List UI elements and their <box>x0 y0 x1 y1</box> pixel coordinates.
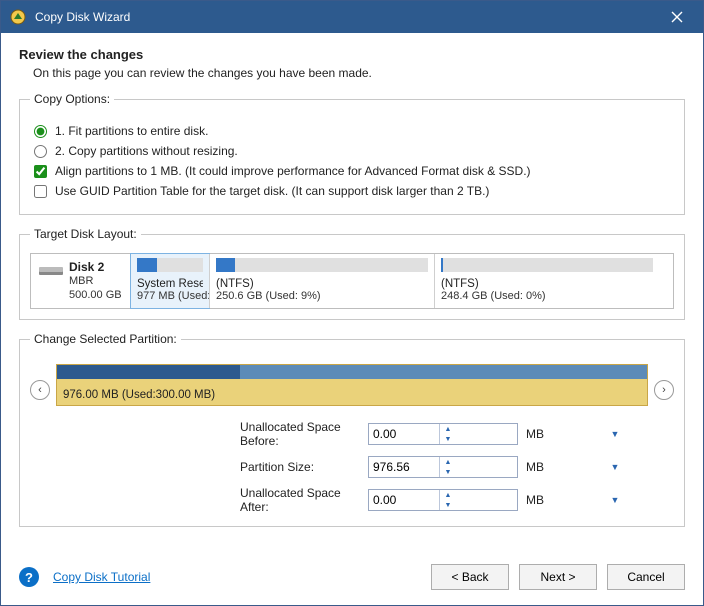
target-layout-group: Target Disk Layout: Disk 2 MBR 500.00 GB… <box>19 227 685 320</box>
partition-bar-fill <box>441 258 443 272</box>
partition-name: (NTFS) <box>216 278 428 290</box>
disk-info: Disk 2 MBR 500.00 GB <box>69 260 122 302</box>
partition-0[interactable]: System Reser977 MB (Used: <box>130 253 210 309</box>
partition-bar <box>137 258 203 272</box>
option-guid-table[interactable]: Use GUID Partition Table for the target … <box>30 184 674 198</box>
radio-fit[interactable] <box>34 125 47 138</box>
close-button[interactable] <box>659 1 695 33</box>
option-copy-noresize[interactable]: 2. Copy partitions without resizing. <box>30 144 674 158</box>
space-after-field[interactable] <box>369 490 439 510</box>
input-partition-size[interactable]: ▲ ▼ <box>368 456 518 478</box>
disk-size: 500.00 GB <box>69 288 122 302</box>
wizard-window: Copy Disk Wizard Review the changes On t… <box>0 0 704 606</box>
partition-bar <box>216 258 428 272</box>
disk-type: MBR <box>69 274 122 288</box>
back-button[interactable]: < Back <box>431 564 509 590</box>
spinner-buttons: ▲ ▼ <box>439 490 456 510</box>
option-noresize-label: 2. Copy partitions without resizing. <box>55 144 238 158</box>
space-before-field[interactable] <box>369 424 439 444</box>
option-align-label: Align partitions to 1 MB. (It could impr… <box>55 164 531 178</box>
spin-up-icon[interactable]: ▲ <box>440 424 456 434</box>
partition-name: (NTFS) <box>441 278 653 290</box>
spin-down-icon[interactable]: ▼ <box>440 467 456 477</box>
change-partition-legend: Change Selected Partition: <box>30 332 181 346</box>
close-icon <box>671 11 683 23</box>
app-icon <box>9 8 27 26</box>
slider-prev-button[interactable]: ‹ <box>30 380 50 400</box>
partition-size: 977 MB (Used: <box>137 290 203 302</box>
unit-before: MB <box>518 427 608 441</box>
partition-1[interactable]: (NTFS)250.6 GB (Used: 9%) <box>209 254 434 308</box>
partition-bar <box>441 258 653 272</box>
partition-size: 250.6 GB (Used: 9%) <box>216 290 428 302</box>
partition-size-field[interactable] <box>369 457 439 477</box>
unit-after: MB <box>518 493 608 507</box>
partition-bar-fill <box>137 258 157 272</box>
partition-bar-fill <box>216 258 235 272</box>
partition-slider-wrap: ‹ 976.00 MB (Used:300.00 MB) › <box>30 364 674 406</box>
checkbox-align[interactable] <box>34 165 47 178</box>
spin-down-icon[interactable]: ▼ <box>440 434 456 444</box>
next-button[interactable]: Next > <box>519 564 597 590</box>
input-space-before[interactable]: ▲ ▼ <box>368 423 518 445</box>
unit-size: MB <box>518 460 608 474</box>
copy-options-legend: Copy Options: <box>30 92 114 106</box>
slider-next-button[interactable]: › <box>654 380 674 400</box>
copy-options-group: Copy Options: 1. Fit partitions to entir… <box>19 92 685 215</box>
disk-layout-strip: Disk 2 MBR 500.00 GB System Reser977 MB … <box>30 253 674 309</box>
spin-down-icon[interactable]: ▼ <box>440 500 456 510</box>
spin-up-icon[interactable]: ▲ <box>440 490 456 500</box>
tutorial-link[interactable]: Copy Disk Tutorial <box>53 570 150 584</box>
partition-2[interactable]: (NTFS)248.4 GB (Used: 0%) <box>434 254 659 308</box>
spinner-buttons: ▲ ▼ <box>439 424 456 444</box>
chevron-left-icon: ‹ <box>38 384 42 396</box>
spin-up-icon[interactable]: ▲ <box>440 457 456 467</box>
change-partition-group: Change Selected Partition: ‹ 976.00 MB (… <box>19 332 685 527</box>
window-title: Copy Disk Wizard <box>35 10 659 24</box>
spinner-buttons: ▲ ▼ <box>439 457 456 477</box>
unit-dropdown-after[interactable]: ▼ <box>608 493 622 507</box>
chevron-down-icon: ▼ <box>611 495 620 505</box>
unit-dropdown-before[interactable]: ▼ <box>608 427 622 441</box>
checkbox-guid[interactable] <box>34 185 47 198</box>
slider-label: 976.00 MB (Used:300.00 MB) <box>63 389 215 401</box>
wizard-footer: ? Copy Disk Tutorial < Back Next > Cance… <box>1 557 703 605</box>
help-icon[interactable]: ? <box>19 567 39 587</box>
partition-slider[interactable]: 976.00 MB (Used:300.00 MB) <box>56 364 648 406</box>
slider-free-region <box>240 365 647 379</box>
target-layout-legend: Target Disk Layout: <box>30 227 141 241</box>
partition-name: System Reser <box>137 278 203 290</box>
cancel-button[interactable]: Cancel <box>607 564 685 590</box>
page-subtitle: On this page you can review the changes … <box>33 66 685 80</box>
partition-size: 248.4 GB (Used: 0%) <box>441 290 653 302</box>
disk-name: Disk 2 <box>69 260 122 274</box>
titlebar: Copy Disk Wizard <box>1 1 703 33</box>
input-space-after[interactable]: ▲ ▼ <box>368 489 518 511</box>
disk-icon <box>39 264 63 278</box>
option-align-1mb[interactable]: Align partitions to 1 MB. (It could impr… <box>30 164 674 178</box>
chevron-right-icon: › <box>662 384 666 396</box>
page-title: Review the changes <box>19 47 685 62</box>
option-fit-partitions[interactable]: 1. Fit partitions to entire disk. <box>30 124 674 138</box>
label-space-after: Unallocated Space After: <box>30 486 368 514</box>
slider-used-region <box>57 365 240 379</box>
option-guid-label: Use GUID Partition Table for the target … <box>55 184 489 198</box>
option-fit-label: 1. Fit partitions to entire disk. <box>55 124 208 138</box>
disk-summary: Disk 2 MBR 500.00 GB <box>31 254 131 308</box>
chevron-down-icon: ▼ <box>611 429 620 439</box>
label-partition-size: Partition Size: <box>30 460 368 474</box>
wizard-body: Review the changes On this page you can … <box>1 33 703 557</box>
unit-dropdown-size[interactable]: ▼ <box>608 460 622 474</box>
chevron-down-icon: ▼ <box>611 462 620 472</box>
size-grid: Unallocated Space Before: ▲ ▼ MB ▼ Parti… <box>30 420 674 514</box>
label-space-before: Unallocated Space Before: <box>30 420 368 448</box>
radio-noresize[interactable] <box>34 145 47 158</box>
